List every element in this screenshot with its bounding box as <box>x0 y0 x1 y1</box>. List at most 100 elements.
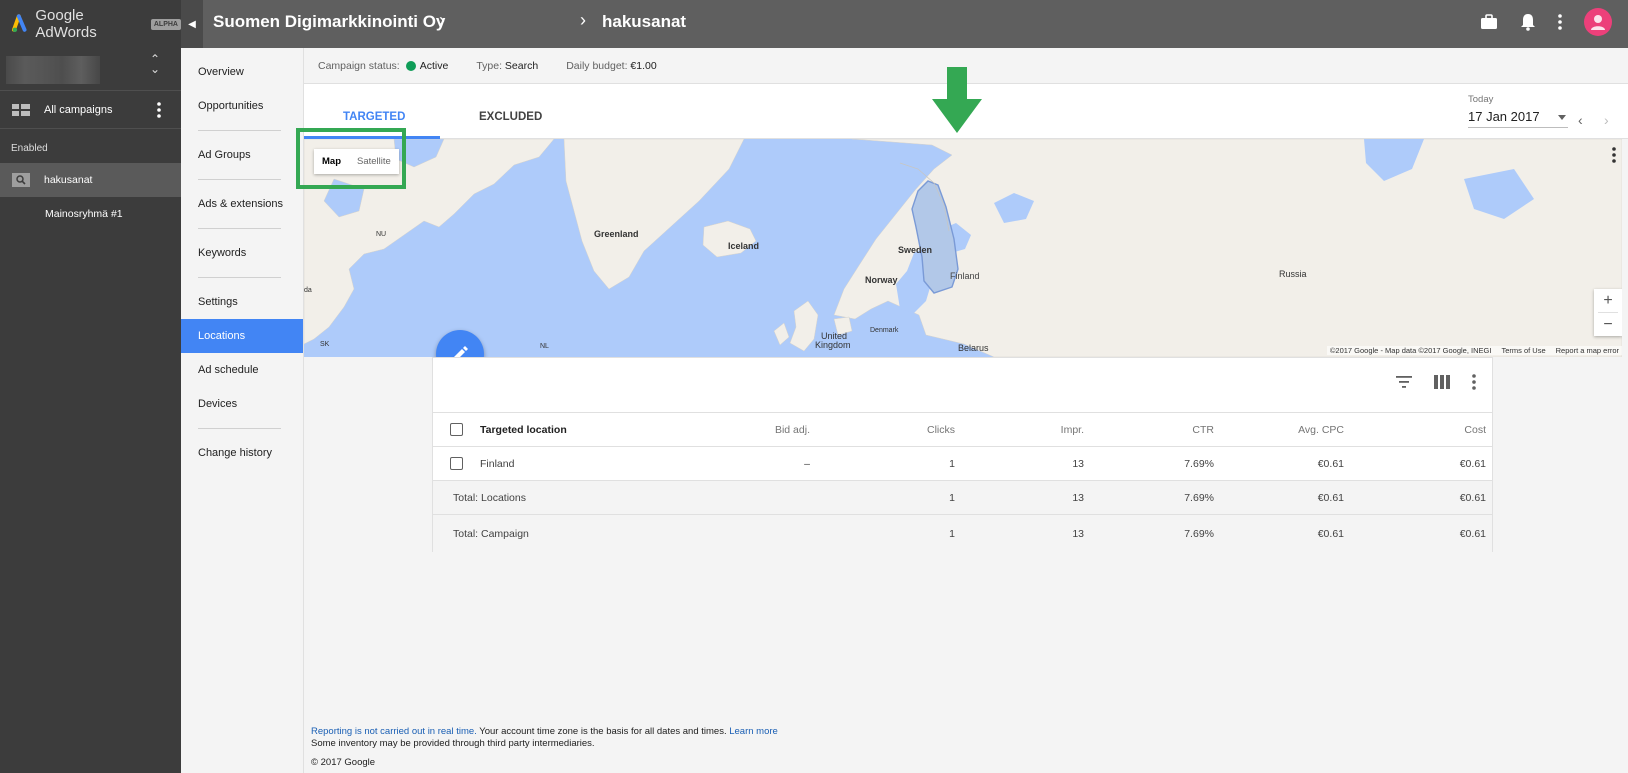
header-impr[interactable]: Impr. <box>1061 424 1084 436</box>
campaign-sidebar: ⌃ ⌄ All campaigns Enabled hakusanat Maino… <box>0 48 181 773</box>
header-avg-cpc[interactable]: Avg. CPC <box>1298 424 1344 436</box>
learn-more-link[interactable]: Learn more <box>729 726 778 737</box>
table-toolbar <box>1396 374 1476 390</box>
map-report-link[interactable]: Report a map error <box>1556 346 1619 355</box>
breadcrumb-campaign[interactable]: hakusanat <box>602 12 686 32</box>
nav-devices[interactable]: Devices <box>181 387 303 421</box>
header-targeted-location[interactable]: Targeted location <box>480 424 567 436</box>
annotation-arrow-icon <box>932 67 982 133</box>
map-zoom-controls: + − <box>1594 289 1622 336</box>
all-campaigns-item[interactable]: All campaigns <box>0 91 181 129</box>
ad-group-label: Mainosryhmä #1 <box>45 208 123 220</box>
breadcrumb-account[interactable]: Suomen Digimarkkinointi Oy <box>213 12 445 32</box>
copyright: © 2017 Google <box>311 757 376 768</box>
map-land <box>304 139 1622 357</box>
map-label-belarus: Belarus <box>958 343 989 353</box>
zoom-out-icon[interactable]: − <box>1594 313 1622 336</box>
top-actions <box>1480 8 1612 36</box>
brand[interactable]: Google AdWords ALPHA <box>0 0 181 48</box>
adwords-logo-icon <box>12 14 27 33</box>
tab-targeted[interactable]: TARGETED <box>343 111 405 123</box>
tools-briefcase-icon[interactable] <box>1480 14 1498 30</box>
total-cost: €0.61 <box>1459 527 1486 540</box>
total-avg-cpc: €0.61 <box>1317 491 1344 504</box>
date-value: 17 Jan 2017 <box>1468 109 1540 124</box>
header-clicks[interactable]: Clicks <box>927 424 955 436</box>
brand-name: Google AdWords <box>35 7 97 41</box>
map-more-vert-icon[interactable] <box>1612 147 1616 163</box>
zoom-in-icon[interactable]: + <box>1594 289 1622 312</box>
collapse-sidebar-button[interactable]: ◀ <box>181 0 203 48</box>
table-header-row: Targeted location Bid adj. Clicks Impr. … <box>433 412 1492 446</box>
footer-notes: Reporting is not carried out in real tim… <box>311 726 778 750</box>
tab-excluded[interactable]: EXCLUDED <box>479 111 542 123</box>
map-label-finland: Finland <box>950 271 980 281</box>
nav-keywords[interactable]: Keywords <box>181 236 303 270</box>
more-vert-icon[interactable] <box>157 102 161 118</box>
total-impr: 13 <box>1072 527 1084 540</box>
table-total-row: Total: Locations 1 13 7.69% €0.61 €0.61 <box>433 480 1492 514</box>
date-range-picker[interactable]: Today 17 Jan 2017 <box>1468 94 1568 128</box>
header-ctr[interactable]: CTR <box>1192 424 1214 436</box>
next-period-icon[interactable]: › <box>1604 112 1609 128</box>
dropdown-caret-icon <box>1558 115 1566 120</box>
type-value: Search <box>504 59 539 72</box>
cell-cost: €0.61 <box>1459 457 1486 470</box>
cell-clicks: 1 <box>949 457 955 470</box>
map-label-greenland: Greenland <box>594 229 639 239</box>
chevron-right-icon: › <box>580 10 586 30</box>
map-label-nl: NL <box>540 343 549 350</box>
campaign-status-label: Campaign status: <box>318 59 400 72</box>
nav-divider <box>198 428 281 429</box>
annotation-highlight-box <box>296 128 406 189</box>
nav-divider <box>198 277 281 278</box>
filter-icon[interactable] <box>1396 376 1412 388</box>
nav-settings[interactable]: Settings <box>181 285 303 319</box>
select-all-checkbox[interactable] <box>450 423 463 436</box>
table-row[interactable]: Finland – 1 13 7.69% €0.61 €0.61 <box>433 446 1492 480</box>
search-campaign-icon <box>12 173 30 187</box>
nav-opportunities[interactable]: Opportunities <box>181 89 303 123</box>
reporting-delay-link[interactable]: Reporting is not carried out in real tim… <box>311 726 477 737</box>
account-name-redacted <box>6 56 100 84</box>
nav-ad-schedule[interactable]: Ad schedule <box>181 353 303 387</box>
account-switcher[interactable]: ⌃ ⌄ <box>0 48 181 91</box>
nav-overview[interactable]: Overview <box>181 55 303 89</box>
more-vert-icon[interactable] <box>1472 374 1476 390</box>
sidebar-item-ad-group[interactable]: Mainosryhmä #1 <box>0 197 181 231</box>
chevron-left-icon: ◀ <box>188 18 196 30</box>
campaign-status-value[interactable]: Active <box>420 60 449 72</box>
cell-bid-adj[interactable]: – <box>804 458 810 470</box>
previous-period-icon[interactable]: ‹ <box>1578 112 1583 128</box>
all-campaigns-label: All campaigns <box>44 103 113 116</box>
account-avatar[interactable] <box>1584 8 1612 36</box>
map-attribution: ©2017 Google - Map data ©2017 Google, IN… <box>1326 346 1622 355</box>
location-map[interactable]: Greenland Iceland Sweden Finland Norway … <box>304 139 1622 357</box>
map-label-russia: Russia <box>1279 269 1307 279</box>
nav-divider <box>198 130 281 131</box>
header-bid-adj[interactable]: Bid adj. <box>775 424 810 436</box>
cell-ctr: 7.69% <box>1184 457 1214 470</box>
total-ctr: 7.69% <box>1184 527 1214 540</box>
map-label-da: da <box>304 287 312 294</box>
map-attribution-text: ©2017 Google - Map data ©2017 Google, IN… <box>1329 346 1492 355</box>
enabled-section-title: Enabled <box>11 143 48 154</box>
nav-ads-extensions[interactable]: Ads & extensions <box>181 187 303 221</box>
notifications-bell-icon[interactable] <box>1520 13 1536 31</box>
budget-value[interactable]: €1.00 <box>630 60 656 72</box>
budget-label: Daily budget: <box>566 59 628 72</box>
sidebar-item-campaign[interactable]: hakusanat <box>0 163 181 197</box>
unfold-icon[interactable]: ⌃ ⌄ <box>150 53 160 75</box>
map-terms-link[interactable]: Terms of Use <box>1501 346 1545 355</box>
header-cost[interactable]: Cost <box>1464 424 1486 436</box>
nav-ad-groups[interactable]: Ad Groups <box>181 138 303 172</box>
dashboard-grid-icon <box>12 103 30 116</box>
more-vert-icon[interactable] <box>1558 14 1562 30</box>
row-checkbox[interactable] <box>450 457 463 470</box>
map-label-iceland: Iceland <box>728 241 760 251</box>
nav-locations[interactable]: Locations <box>181 319 303 353</box>
nav-change-history[interactable]: Change history <box>181 436 303 470</box>
columns-icon[interactable] <box>1434 375 1450 389</box>
table-total-row: Total: Campaign 1 13 7.69% €0.61 €0.61 <box>433 514 1492 552</box>
inventory-note: Some inventory may be provided through t… <box>311 738 595 749</box>
